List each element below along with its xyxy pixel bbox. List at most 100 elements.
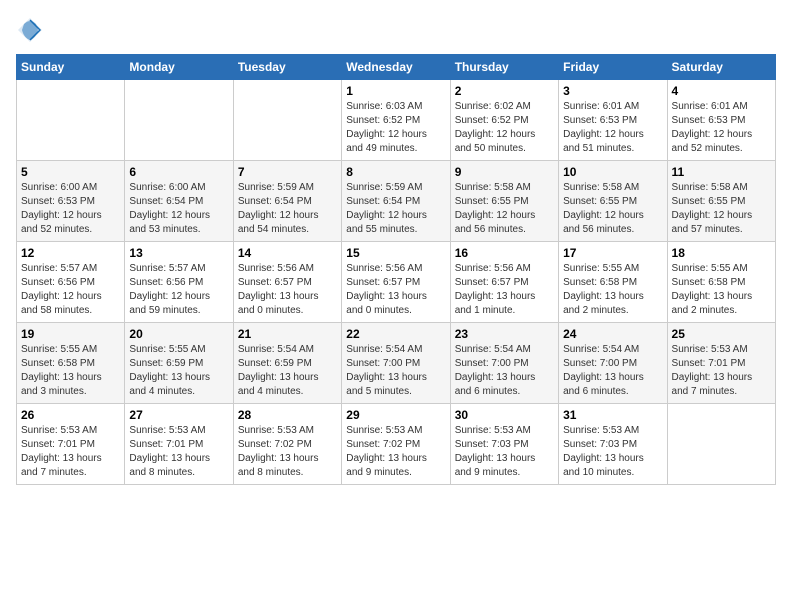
day-detail: Sunrise: 5:58 AM Sunset: 6:55 PM Dayligh… [563, 181, 662, 237]
weekday-header-monday: Monday [125, 55, 233, 80]
calendar-cell: 12Sunrise: 5:57 AM Sunset: 6:56 PM Dayli… [17, 242, 125, 323]
calendar-cell: 17 Sunrise: 5:55 AM Sunset: 6:58 PM Dayli… [559, 242, 667, 323]
calendar-cell: 9Sunrise: 5:58 AM Sunset: 6:55 PM Daylig… [450, 161, 558, 242]
day-number: 31 [563, 408, 662, 422]
day-detail: Sunrise: 5:57 AM Sunset: 6:56 PM Dayligh… [129, 262, 228, 318]
week-row-5: 26 Sunrise: 5:53 AM Sunset: 7:01 PM Dayli… [17, 404, 776, 485]
day-detail: Sunrise: 5:56 AM Sunset: 6:57 PM Dayligh… [455, 262, 554, 318]
day-detail: Sunrise: 5:55 AM Sunset: 6:58 PM Dayligh… [563, 262, 662, 318]
calendar-cell: 24 Sunrise: 5:54 AM Sunset: 7:00 PM Dayli… [559, 323, 667, 404]
calendar-cell: 1Sunrise: 6:03 AM Sunset: 6:52 PM Daylig… [342, 80, 450, 161]
day-detail: Sunrise: 5:54 AM Sunset: 7:00 PM Dayligh… [563, 343, 662, 399]
day-number: 24 [563, 327, 662, 341]
calendar-cell: 8 Sunrise: 5:59 AM Sunset: 6:54 PM Daylig… [342, 161, 450, 242]
day-detail: Sunrise: 6:01 AM Sunset: 6:53 PM Dayligh… [563, 100, 662, 156]
day-number: 20 [129, 327, 228, 341]
weekday-header-saturday: Saturday [667, 55, 775, 80]
day-detail: Sunrise: 5:58 AM Sunset: 6:55 PM Dayligh… [672, 181, 771, 237]
day-detail: Sunrise: 5:53 AM Sunset: 7:01 PM Dayligh… [672, 343, 771, 399]
day-number: 1 [346, 84, 445, 98]
calendar-cell: 26 Sunrise: 5:53 AM Sunset: 7:01 PM Dayli… [17, 404, 125, 485]
calendar-cell: 11 Sunrise: 5:58 AM Sunset: 6:55 PM Dayli… [667, 161, 775, 242]
calendar-cell: 20 Sunrise: 5:55 AM Sunset: 6:59 PM Dayli… [125, 323, 233, 404]
day-number: 11 [672, 165, 771, 179]
weekday-header-sunday: Sunday [17, 55, 125, 80]
day-number: 3 [563, 84, 662, 98]
day-detail: Sunrise: 5:53 AM Sunset: 7:01 PM Dayligh… [21, 424, 120, 480]
calendar-cell: 31 Sunrise: 5:53 AM Sunset: 7:03 PM Dayli… [559, 404, 667, 485]
day-number: 15 [346, 246, 445, 260]
day-number: 27 [129, 408, 228, 422]
day-number: 10 [563, 165, 662, 179]
day-detail: Sunrise: 5:55 AM Sunset: 6:58 PM Dayligh… [21, 343, 120, 399]
day-number: 2 [455, 84, 554, 98]
calendar-cell: 2 Sunrise: 6:02 AM Sunset: 6:52 PM Daylig… [450, 80, 558, 161]
day-number: 8 [346, 165, 445, 179]
calendar-cell: 13Sunrise: 5:57 AM Sunset: 6:56 PM Dayli… [125, 242, 233, 323]
calendar-cell: 30 Sunrise: 5:53 AM Sunset: 7:03 PM Dayli… [450, 404, 558, 485]
calendar-cell: 6 Sunrise: 6:00 AM Sunset: 6:54 PM Daylig… [125, 161, 233, 242]
calendar-cell [125, 80, 233, 161]
day-number: 5 [21, 165, 120, 179]
day-detail: Sunrise: 5:55 AM Sunset: 6:58 PM Dayligh… [672, 262, 771, 318]
day-number: 22 [346, 327, 445, 341]
day-number: 30 [455, 408, 554, 422]
day-number: 25 [672, 327, 771, 341]
day-detail: Sunrise: 5:55 AM Sunset: 6:59 PM Dayligh… [129, 343, 228, 399]
calendar-cell: 27 Sunrise: 5:53 AM Sunset: 7:01 PM Dayli… [125, 404, 233, 485]
calendar-cell: 7 Sunrise: 5:59 AM Sunset: 6:54 PM Daylig… [233, 161, 341, 242]
day-number: 23 [455, 327, 554, 341]
day-number: 18 [672, 246, 771, 260]
weekday-header-tuesday: Tuesday [233, 55, 341, 80]
calendar-cell: 4 Sunrise: 6:01 AM Sunset: 6:53 PM Daylig… [667, 80, 775, 161]
day-detail: Sunrise: 5:53 AM Sunset: 7:03 PM Dayligh… [563, 424, 662, 480]
day-number: 6 [129, 165, 228, 179]
weekday-header-row: SundayMondayTuesdayWednesdayThursdayFrid… [17, 55, 776, 80]
day-detail: Sunrise: 6:00 AM Sunset: 6:53 PM Dayligh… [21, 181, 120, 237]
day-number: 26 [21, 408, 120, 422]
calendar-cell [17, 80, 125, 161]
page-header [16, 16, 776, 44]
calendar-cell: 22 Sunrise: 5:54 AM Sunset: 7:00 PM Dayli… [342, 323, 450, 404]
day-detail: Sunrise: 5:53 AM Sunset: 7:02 PM Dayligh… [346, 424, 445, 480]
day-number: 17 [563, 246, 662, 260]
day-number: 12 [21, 246, 120, 260]
day-number: 29 [346, 408, 445, 422]
calendar-cell: 29 Sunrise: 5:53 AM Sunset: 7:02 PM Dayli… [342, 404, 450, 485]
day-detail: Sunrise: 5:56 AM Sunset: 6:57 PM Dayligh… [346, 262, 445, 318]
day-number: 28 [238, 408, 337, 422]
calendar-cell: 25 Sunrise: 5:53 AM Sunset: 7:01 PM Dayli… [667, 323, 775, 404]
day-detail: Sunrise: 6:02 AM Sunset: 6:52 PM Dayligh… [455, 100, 554, 156]
day-number: 7 [238, 165, 337, 179]
logo-icon [16, 16, 44, 44]
day-detail: Sunrise: 5:56 AM Sunset: 6:57 PM Dayligh… [238, 262, 337, 318]
calendar-cell: 19 Sunrise: 5:55 AM Sunset: 6:58 PM Dayli… [17, 323, 125, 404]
day-number: 14 [238, 246, 337, 260]
day-number: 16 [455, 246, 554, 260]
logo [16, 16, 48, 44]
day-detail: Sunrise: 5:53 AM Sunset: 7:01 PM Dayligh… [129, 424, 228, 480]
calendar-cell: 21Sunrise: 5:54 AM Sunset: 6:59 PM Dayli… [233, 323, 341, 404]
calendar-cell: 16 Sunrise: 5:56 AM Sunset: 6:57 PM Dayli… [450, 242, 558, 323]
day-detail: Sunrise: 5:54 AM Sunset: 6:59 PM Dayligh… [238, 343, 337, 399]
day-detail: Sunrise: 5:58 AM Sunset: 6:55 PM Dayligh… [455, 181, 554, 237]
day-detail: Sunrise: 5:59 AM Sunset: 6:54 PM Dayligh… [238, 181, 337, 237]
calendar-cell [667, 404, 775, 485]
calendar-cell: 28Sunrise: 5:53 AM Sunset: 7:02 PM Dayli… [233, 404, 341, 485]
day-number: 4 [672, 84, 771, 98]
day-number: 19 [21, 327, 120, 341]
day-detail: Sunrise: 5:59 AM Sunset: 6:54 PM Dayligh… [346, 181, 445, 237]
calendar-cell: 15 Sunrise: 5:56 AM Sunset: 6:57 PM Dayli… [342, 242, 450, 323]
day-detail: Sunrise: 5:54 AM Sunset: 7:00 PM Dayligh… [346, 343, 445, 399]
day-detail: Sunrise: 6:00 AM Sunset: 6:54 PM Dayligh… [129, 181, 228, 237]
weekday-header-friday: Friday [559, 55, 667, 80]
week-row-3: 12 Sunrise: 5:57 AM Sunset: 6:56 PM Dayli… [17, 242, 776, 323]
week-row-2: 5 Sunrise: 6:00 AM Sunset: 6:53 PM Daylig… [17, 161, 776, 242]
calendar-cell: 5 Sunrise: 6:00 AM Sunset: 6:53 PM Daylig… [17, 161, 125, 242]
week-row-1: 1Sunrise: 6:03 AM Sunset: 6:52 PM Daylig… [17, 80, 776, 161]
calendar-cell: 14 Sunrise: 5:56 AM Sunset: 6:57 PM Dayli… [233, 242, 341, 323]
day-detail: Sunrise: 6:01 AM Sunset: 6:53 PM Dayligh… [672, 100, 771, 156]
day-detail: Sunrise: 5:53 AM Sunset: 7:03 PM Dayligh… [455, 424, 554, 480]
calendar-cell: 18 Sunrise: 5:55 AM Sunset: 6:58 PM Dayli… [667, 242, 775, 323]
calendar-cell: 23Sunrise: 5:54 AM Sunset: 7:00 PM Dayli… [450, 323, 558, 404]
